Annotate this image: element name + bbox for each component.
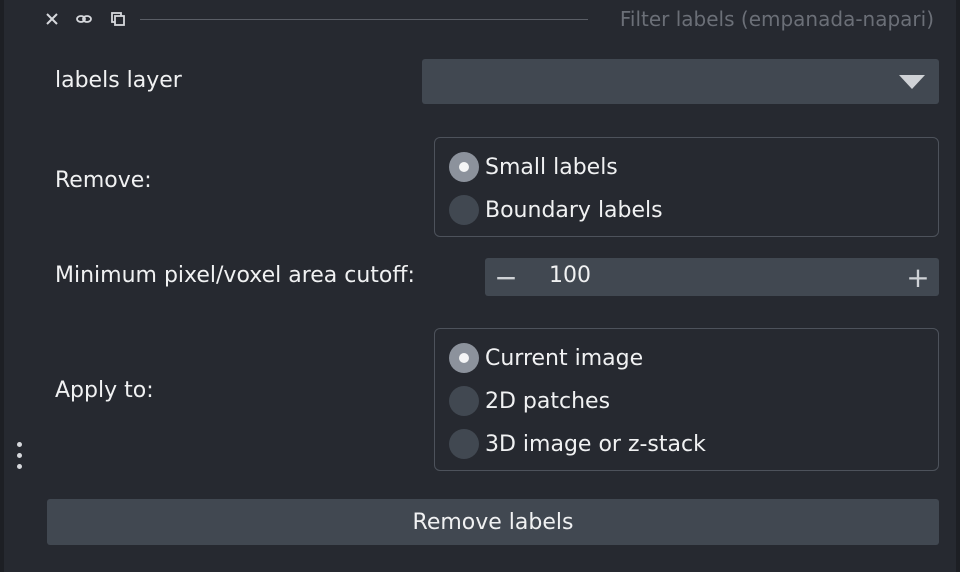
radio-current-image[interactable]: Current image bbox=[449, 341, 643, 375]
chevron-down-icon[interactable] bbox=[899, 75, 925, 89]
labels-layer-dropdown[interactable] bbox=[422, 59, 939, 104]
dock-title-bar: Filter labels (empanada-napari) bbox=[4, 0, 956, 40]
radio-2d-patches[interactable]: 2D patches bbox=[449, 384, 610, 418]
radio-3d-image[interactable]: 3D image or z-stack bbox=[449, 427, 706, 461]
radio-label: 2D patches bbox=[485, 388, 611, 414]
apply-to-label: Apply to: bbox=[55, 378, 154, 403]
float-icon[interactable] bbox=[76, 10, 92, 28]
radio-label: Small labels bbox=[485, 154, 618, 180]
radio-button[interactable] bbox=[449, 386, 479, 416]
filter-labels-panel: Filter labels (empanada-napari) labels l… bbox=[4, 0, 956, 572]
drag-handle-icon[interactable] bbox=[17, 442, 23, 472]
title-separator bbox=[140, 19, 588, 20]
radio-boundary-labels[interactable]: Boundary labels bbox=[449, 193, 663, 227]
remove-label: Remove: bbox=[55, 168, 152, 193]
radio-button-checked[interactable] bbox=[449, 343, 479, 373]
increment-button[interactable]: + bbox=[901, 260, 935, 294]
radio-small-labels[interactable]: Small labels bbox=[449, 150, 618, 184]
radio-label: Boundary labels bbox=[485, 197, 663, 223]
decrement-button[interactable]: − bbox=[489, 260, 523, 294]
minimize-icon[interactable] bbox=[110, 10, 126, 28]
remove-labels-button[interactable]: Remove labels bbox=[47, 499, 939, 545]
panel-title: Filter labels (empanada-napari) bbox=[619, 7, 934, 31]
radio-button[interactable] bbox=[449, 429, 479, 459]
radio-button[interactable] bbox=[449, 195, 479, 225]
area-cutoff-spinbox[interactable]: − 100 + bbox=[485, 258, 939, 296]
radio-label: 3D image or z-stack bbox=[485, 431, 706, 457]
apply-to-radio-group: Current image 2D patches 3D image or z-s… bbox=[434, 328, 939, 471]
close-icon[interactable] bbox=[44, 10, 60, 28]
labels-layer-label: labels layer bbox=[55, 68, 182, 93]
cutoff-label: Minimum pixel/voxel area cutoff: bbox=[55, 263, 415, 288]
remove-radio-group: Small labels Boundary labels bbox=[434, 137, 939, 237]
radio-button-checked[interactable] bbox=[449, 152, 479, 182]
radio-label: Current image bbox=[485, 345, 644, 371]
cutoff-value[interactable]: 100 bbox=[549, 263, 591, 288]
